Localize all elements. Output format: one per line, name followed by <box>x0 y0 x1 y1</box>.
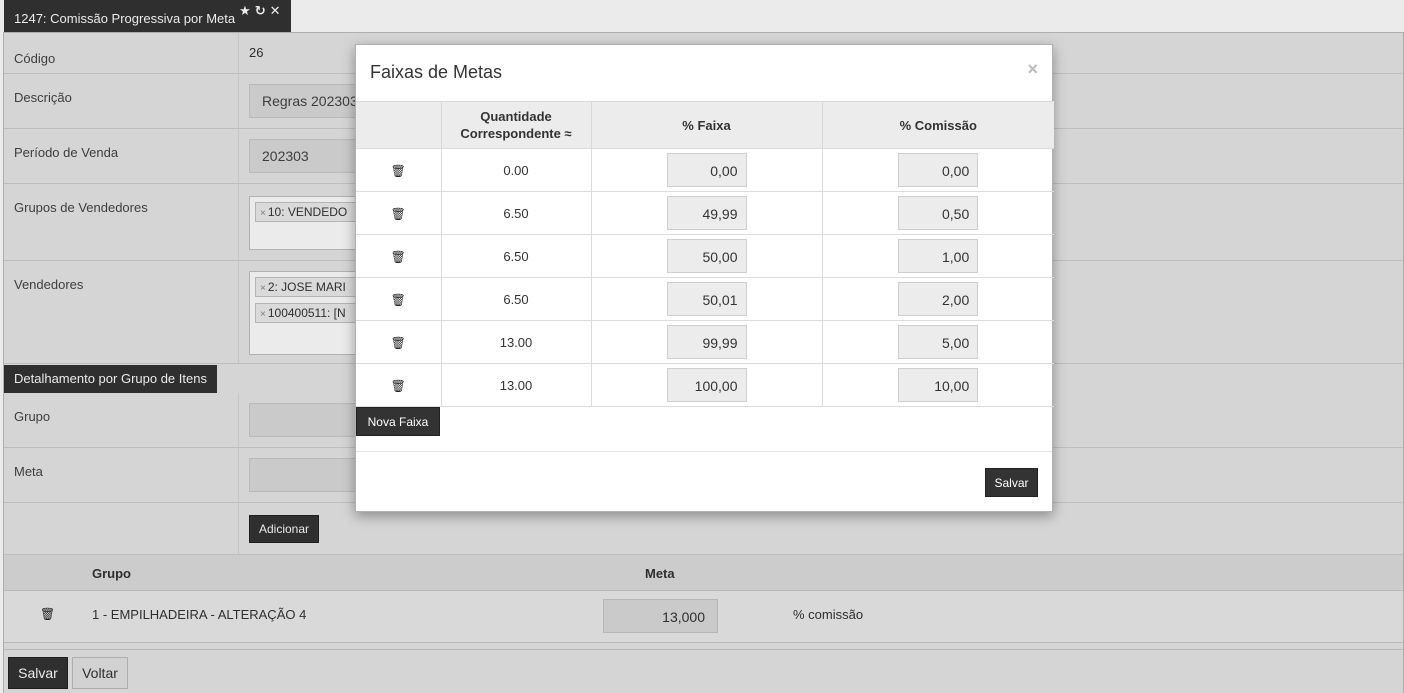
comissao-cell: 0,00 <box>821 148 1054 192</box>
faixas-table: Quantidade Correspondente ≈ % Faixa % Co… <box>356 101 1054 407</box>
table-row: 🗑 13.00 99,99 5,00 <box>356 320 1054 364</box>
faixa-input[interactable]: 49,99 <box>666 196 747 230</box>
action-cell: 🗑 <box>356 363 441 407</box>
action-cell: 🗑 <box>356 277 441 321</box>
col-faixa: % Faixa <box>590 101 822 149</box>
faixa-cell: 50,01 <box>590 277 822 321</box>
faixa-cell: 100,00 <box>590 363 822 407</box>
faixas-body: 🗑 0.00 0,00 0,00 🗑 6.50 49,99 0,50 🗑 6.50 50,00 1,0… <box>356 148 1054 407</box>
quantidade-cell: 0.00 <box>440 148 591 192</box>
faixas-modal: Faixas de Metas × Quantidade Corresponde… <box>355 44 1054 512</box>
modal-divider <box>356 451 1052 452</box>
modal-salvar-button[interactable]: Salvar <box>985 468 1038 497</box>
quantidade-cell: 6.50 <box>440 277 591 321</box>
table-row: 🗑 6.50 49,99 0,50 <box>356 191 1054 235</box>
col-comissao: % Comissão <box>821 101 1054 149</box>
comissao-cell: 10,00 <box>821 363 1054 407</box>
comissao-input[interactable]: 0,00 <box>898 153 979 187</box>
comissao-input[interactable]: 2,00 <box>898 282 979 316</box>
faixa-cell: 49,99 <box>590 191 822 235</box>
comissao-input[interactable]: 10,00 <box>898 368 979 402</box>
faixa-cell: 0,00 <box>590 148 822 192</box>
table-row: 🗑 6.50 50,01 2,00 <box>356 277 1054 321</box>
trash-icon[interactable]: 🗑 <box>391 336 406 350</box>
col-actions <box>356 101 441 149</box>
quantidade-cell: 13.00 <box>440 363 591 407</box>
faixa-input[interactable]: 100,00 <box>666 368 747 402</box>
trash-icon[interactable]: 🗑 <box>391 379 406 393</box>
comissao-cell: 2,00 <box>821 277 1054 321</box>
table-row: 🗑 0.00 0,00 0,00 <box>356 148 1054 192</box>
faixa-input[interactable]: 50,00 <box>666 239 747 273</box>
table-row: 🗑 6.50 50,00 1,00 <box>356 234 1054 278</box>
action-cell: 🗑 <box>356 320 441 364</box>
nova-faixa-button[interactable]: Nova Faixa <box>356 407 440 436</box>
faixa-cell: 99,99 <box>590 320 822 364</box>
faixa-input[interactable]: 50,01 <box>666 282 747 316</box>
action-cell: 🗑 <box>356 191 441 235</box>
comissao-cell: 1,00 <box>821 234 1054 278</box>
action-cell: 🗑 <box>356 234 441 278</box>
comissao-cell: 5,00 <box>821 320 1054 364</box>
action-cell: 🗑 <box>356 148 441 192</box>
col-quantidade: Quantidade Correspondente ≈ <box>440 101 591 149</box>
modal-title: Faixas de Metas <box>370 62 503 82</box>
trash-icon[interactable]: 🗑 <box>391 250 406 264</box>
comissao-input[interactable]: 1,00 <box>898 239 979 273</box>
comissao-input[interactable]: 5,00 <box>898 325 979 359</box>
faixa-input[interactable]: 0,00 <box>666 153 747 187</box>
close-icon[interactable]: × <box>1027 59 1038 80</box>
quantidade-cell: 6.50 <box>440 191 591 235</box>
trash-icon[interactable]: 🗑 <box>391 164 406 178</box>
faixa-input[interactable]: 99,99 <box>666 325 747 359</box>
comissao-input[interactable]: 0,50 <box>898 196 979 230</box>
quantidade-cell: 13.00 <box>440 320 591 364</box>
table-row: 🗑 13.00 100,00 10,00 <box>356 363 1054 407</box>
faixa-cell: 50,00 <box>590 234 822 278</box>
comissao-cell: 0,50 <box>821 191 1054 235</box>
quantidade-cell: 6.50 <box>440 234 591 278</box>
trash-icon[interactable]: 🗑 <box>391 207 406 221</box>
trash-icon[interactable]: 🗑 <box>391 293 406 307</box>
